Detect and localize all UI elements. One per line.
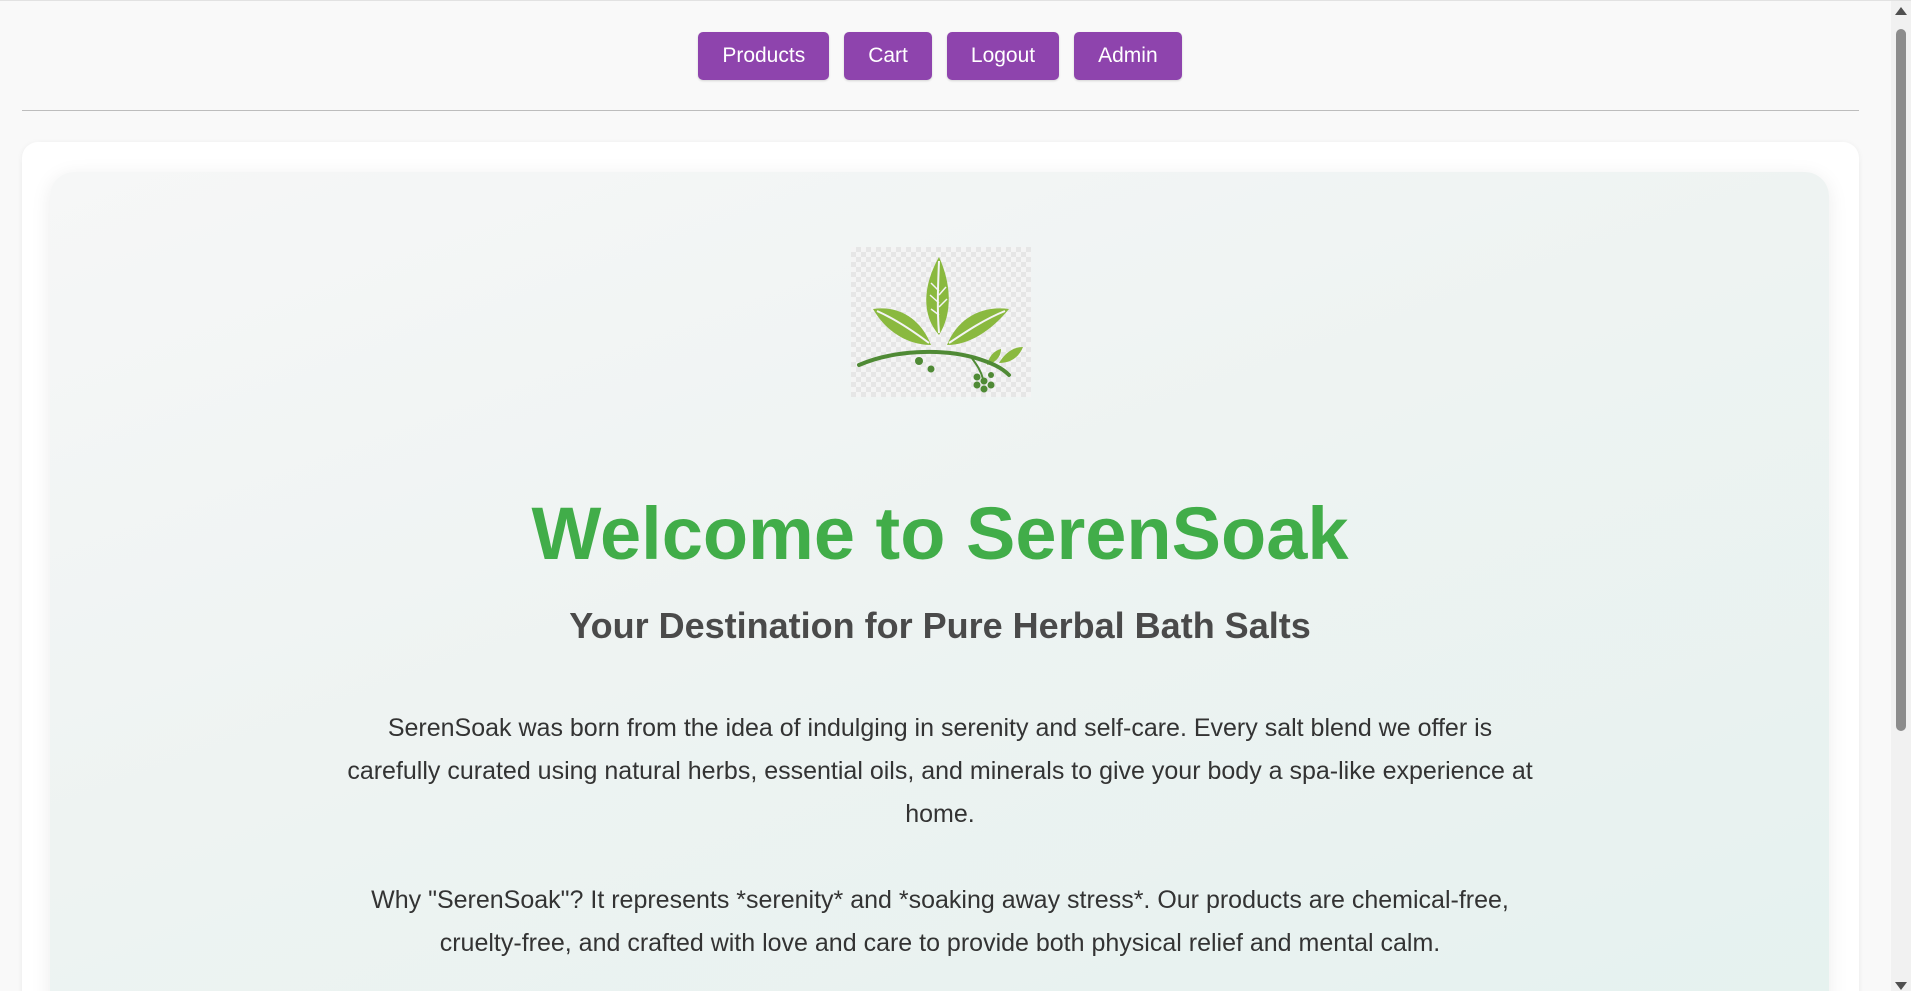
nav-divider (22, 110, 1859, 111)
about-paragraph: SerenSoak was born from the idea of indu… (347, 714, 1533, 828)
nav-cart-button[interactable]: Cart (844, 32, 932, 80)
scrollbar-thumb[interactable] (1896, 29, 1906, 731)
scroll-up-arrow-icon[interactable] (1895, 7, 1907, 15)
page: Products Cart Logout Admin Welcome to Se… (0, 0, 1911, 991)
brand-logo-icon (851, 247, 1031, 397)
why-paragraph: Why "SerenSoak"? It represents *serenity… (371, 886, 1509, 957)
top-nav: Products Cart Logout Admin (0, 32, 1880, 80)
page-title: Welcome to SerenSoak (531, 492, 1349, 575)
nav-admin-button[interactable]: Admin (1074, 32, 1182, 80)
scroll-down-arrow-icon[interactable] (1895, 982, 1907, 990)
vertical-scrollbar[interactable] (1891, 1, 1911, 991)
nav-products-button[interactable]: Products (698, 32, 830, 80)
page-subtitle: Your Destination for Pure Herbal Bath Sa… (569, 605, 1311, 646)
nav-logout-button[interactable]: Logout (946, 32, 1060, 80)
